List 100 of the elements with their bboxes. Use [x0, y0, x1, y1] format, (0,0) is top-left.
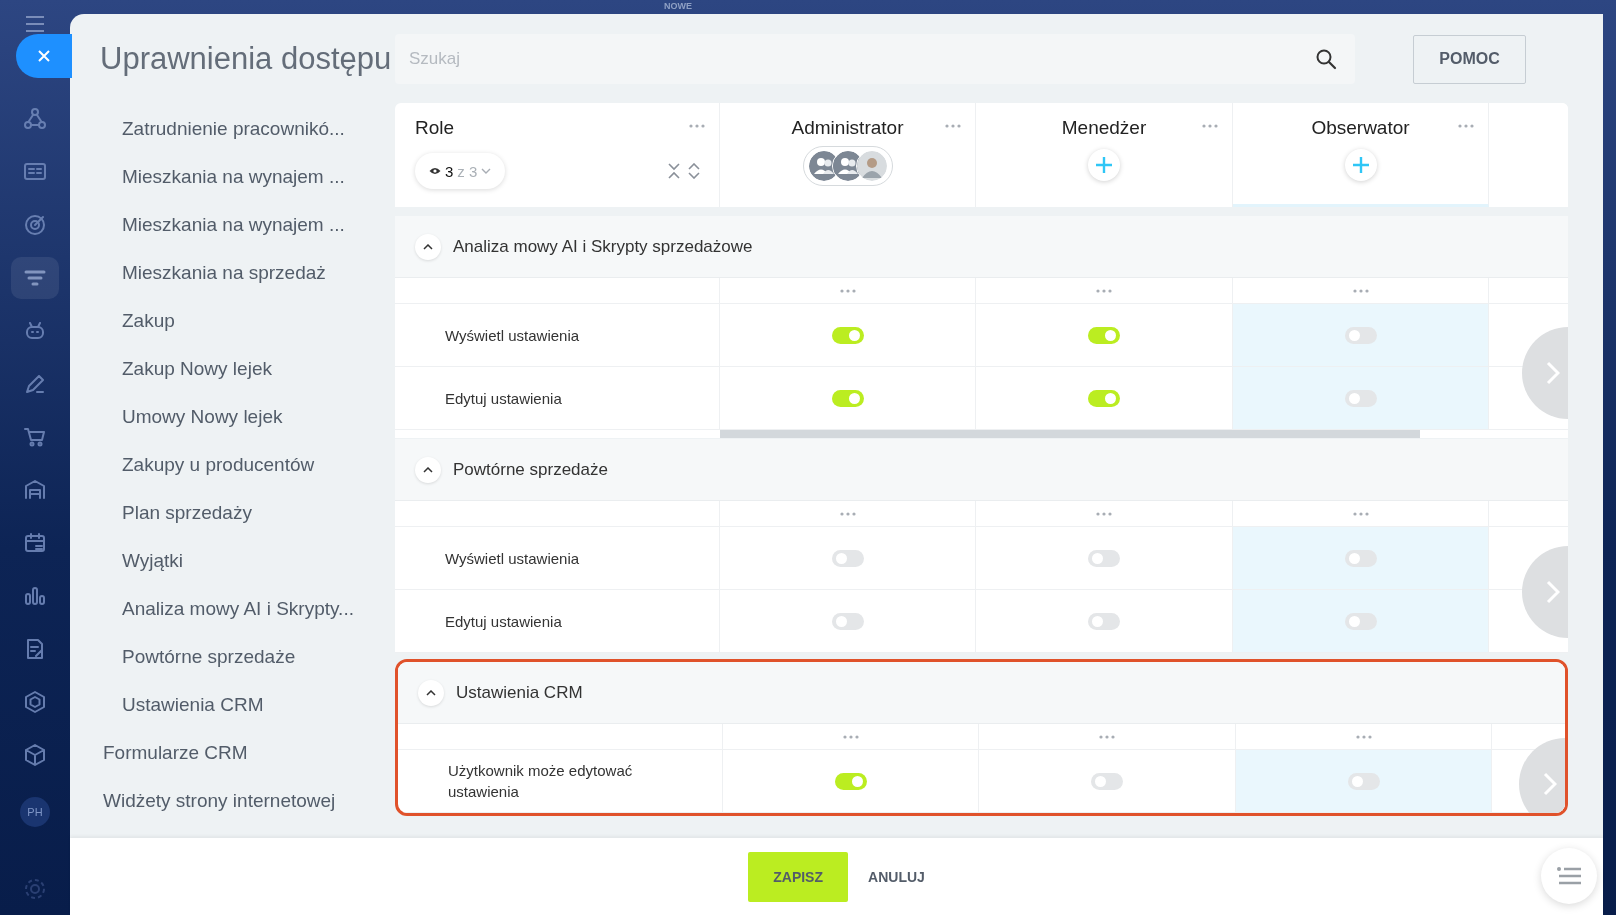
scrollbar-thumb[interactable]: [720, 430, 1420, 438]
eye-icon: [429, 167, 441, 175]
chevron-right-icon: [1546, 580, 1560, 604]
collapse-button[interactable]: [415, 456, 441, 483]
hexagon-icon[interactable]: [23, 690, 47, 714]
permission-label: Edytuj ustawienia: [395, 590, 720, 652]
cancel-button[interactable]: ANULUJ: [868, 864, 925, 889]
chevron-down-icon: [481, 168, 492, 174]
search-icon[interactable]: [1315, 48, 1337, 70]
more-icon[interactable]: [1352, 511, 1369, 516]
toggle-switch[interactable]: [831, 389, 864, 407]
more-icon[interactable]: [1099, 734, 1115, 739]
chart-icon[interactable]: [23, 584, 47, 608]
close-button[interactable]: [16, 34, 72, 78]
more-icon[interactable]: [842, 734, 859, 739]
nav-item[interactable]: Zatrudnienie pracownikó...: [70, 107, 395, 155]
filter-button[interactable]: [11, 257, 59, 299]
permission-label: Wyświetl ustawienia: [395, 304, 720, 366]
nav-item[interactable]: Ustawienia CRM: [70, 683, 395, 731]
nav-item[interactable]: Formularze CRM: [70, 731, 395, 779]
pencil-icon[interactable]: [23, 372, 47, 396]
plus-icon: [1351, 156, 1370, 174]
toggle-switch[interactable]: [1344, 326, 1377, 344]
user-avatar[interactable]: PH: [20, 797, 50, 827]
cart-icon[interactable]: [23, 425, 47, 449]
box-icon[interactable]: [23, 743, 47, 767]
new-label: NOWE: [664, 0, 692, 12]
chevron-right-icon: [1546, 361, 1560, 385]
nav-item[interactable]: Plan sprzedaży: [70, 491, 395, 539]
toggle-switch[interactable]: [831, 612, 864, 630]
more-icon[interactable]: [1458, 124, 1474, 128]
section-title: Ustawienia CRM: [456, 682, 583, 703]
chevron-up-icon: [423, 243, 433, 250]
help-button[interactable]: POMOC: [1413, 34, 1526, 84]
toggle-switch[interactable]: [831, 326, 864, 344]
more-icon[interactable]: [1096, 288, 1112, 293]
section-title: Powtórne sprzedaże: [453, 459, 608, 480]
toggle-switch[interactable]: [1344, 612, 1377, 630]
nav-item[interactable]: Zakupy u producentów: [70, 443, 395, 491]
chevron-up-icon: [426, 689, 436, 696]
toggle-switch[interactable]: [1088, 326, 1120, 344]
page-title: Uprawnienia dostępu: [99, 41, 392, 77]
collapse-icon[interactable]: [668, 163, 680, 179]
close-icon[interactable]: [37, 49, 51, 63]
visible-roles-filter[interactable]: 3 z 3: [415, 153, 506, 189]
nav-item[interactable]: Wyjątki: [70, 539, 395, 587]
more-icon[interactable]: [1096, 511, 1112, 516]
column-title: Administrator: [791, 117, 904, 139]
settings-icon[interactable]: [23, 877, 47, 901]
list-icon: [1557, 867, 1581, 885]
nav-item[interactable]: Zakup: [70, 299, 395, 347]
nav-item[interactable]: Powtórne sprzedaże: [70, 635, 395, 683]
search-field[interactable]: Szukaj: [395, 34, 1355, 84]
more-icon[interactable]: [1355, 734, 1372, 739]
more-icon[interactable]: [839, 511, 856, 516]
more-icon[interactable]: [1352, 288, 1369, 293]
more-icon[interactable]: [945, 124, 961, 128]
add-member-button[interactable]: [1088, 149, 1120, 181]
permission-label: Użytkownik może edytować ustawienia: [398, 750, 723, 812]
toggle-switch[interactable]: [1088, 612, 1120, 630]
nav-item[interactable]: Mieszkania na sprzedaż: [70, 251, 395, 299]
menu-icon[interactable]: [23, 14, 47, 34]
person-avatar-icon: [855, 150, 888, 182]
more-icon[interactable]: [689, 124, 705, 128]
nav-item[interactable]: Mieszkania na wynajem ...: [70, 155, 395, 203]
nav-item[interactable]: Widżety strony internetowej: [70, 779, 395, 827]
collapse-button[interactable]: [415, 233, 441, 260]
toggle-switch[interactable]: [1088, 549, 1120, 567]
chevron-up-icon: [423, 466, 433, 473]
permission-label: Edytuj ustawienia: [395, 367, 720, 429]
member-avatars[interactable]: [802, 146, 893, 186]
calendar-icon[interactable]: [23, 531, 47, 555]
expand-icon[interactable]: [688, 163, 700, 179]
nav-item[interactable]: Analiza mowy AI i Skrypty...: [70, 587, 395, 635]
flow-icon[interactable]: [23, 107, 47, 131]
toggle-switch[interactable]: [1088, 389, 1120, 407]
chevron-right-icon: [1543, 771, 1557, 796]
save-button[interactable]: ZAPISZ: [748, 851, 849, 902]
plus-icon: [1095, 156, 1113, 174]
section-title: Analiza mowy AI i Skrypty sprzedażowe: [453, 236, 753, 257]
column-title: Role: [415, 117, 455, 139]
warehouse-icon[interactable]: [23, 478, 47, 502]
nav-item[interactable]: Zakup Nowy lejek: [70, 347, 395, 395]
list-button[interactable]: [1541, 848, 1597, 904]
column-title: Menedżer: [1061, 117, 1147, 139]
target-icon[interactable]: [23, 213, 47, 237]
nav-item[interactable]: Mieszkania na wynajem ...: [70, 203, 395, 251]
toggle-switch[interactable]: [1091, 772, 1123, 790]
toggle-switch[interactable]: [834, 772, 867, 790]
permission-label: Wyświetl ustawienia: [395, 527, 720, 589]
add-member-button[interactable]: [1344, 149, 1377, 181]
toggle-switch[interactable]: [1344, 549, 1377, 567]
collapse-button[interactable]: [418, 679, 444, 706]
more-icon[interactable]: [1202, 124, 1218, 128]
toggle-switch[interactable]: [831, 549, 864, 567]
more-icon[interactable]: [839, 288, 856, 293]
toggle-switch[interactable]: [1344, 389, 1377, 407]
nav-item[interactable]: Umowy Nowy lejek: [70, 395, 395, 443]
column-title: Obserwator: [1311, 117, 1410, 139]
toggle-switch[interactable]: [1347, 772, 1380, 790]
